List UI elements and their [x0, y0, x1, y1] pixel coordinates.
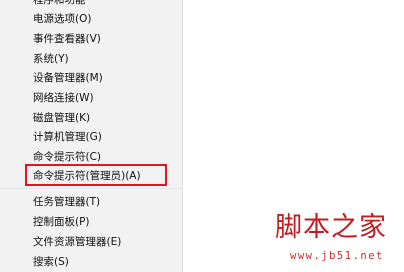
menu-item-network-connections[interactable]: 网络连接(W): [33, 89, 94, 107]
watermark-url: www.jb51.net: [290, 250, 384, 262]
menu-item-task-manager[interactable]: 任务管理器(T): [33, 193, 100, 211]
highlight-box: [25, 164, 167, 186]
menu-item-power-options[interactable]: 电源选项(O): [33, 10, 91, 28]
menu-item-control-panel[interactable]: 控制面板(P): [33, 213, 90, 231]
menu-item-programs-features[interactable]: 程序和功能: [33, 0, 86, 9]
menu-item-system[interactable]: 系统(Y): [33, 50, 69, 68]
menu-item-device-manager[interactable]: 设备管理器(M): [33, 69, 103, 87]
menu-item-disk-management[interactable]: 磁盘管理(K): [33, 109, 90, 127]
menu-separator: [0, 188, 183, 189]
context-menu: 程序和功能 电源选项(O) 事件查看器(V) 系统(Y) 设备管理器(M) 网络…: [0, 0, 183, 272]
watermark-logo-text: 脚本之家: [275, 212, 387, 243]
menu-item-file-explorer[interactable]: 文件资源管理器(E): [33, 233, 121, 251]
menu-item-event-viewer[interactable]: 事件查看器(V): [33, 30, 101, 48]
menu-item-search[interactable]: 搜索(S): [33, 253, 69, 271]
menu-item-computer-management[interactable]: 计算机管理(G): [33, 128, 102, 146]
